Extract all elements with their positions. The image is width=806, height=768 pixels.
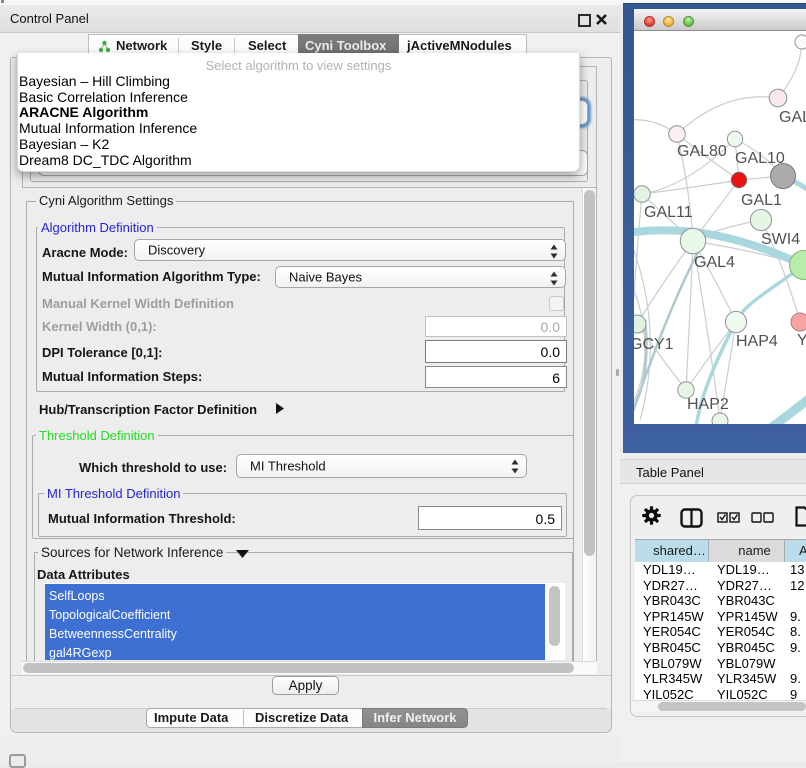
svg-text:HAP4: HAP4 xyxy=(736,333,778,350)
svg-text:GAL80: GAL80 xyxy=(677,143,727,160)
svg-text:GAL1: GAL1 xyxy=(741,192,782,209)
svg-text:GAL10: GAL10 xyxy=(735,150,785,167)
svg-text:YM: YM xyxy=(797,332,806,349)
svg-text:GAL4: GAL4 xyxy=(694,254,735,271)
svg-text:GAL11: GAL11 xyxy=(644,204,693,221)
svg-text:GAL7: GAL7 xyxy=(779,109,806,126)
svg-text:HAP2: HAP2 xyxy=(687,396,729,413)
svg-text:SWI4: SWI4 xyxy=(761,231,800,248)
svg-text:GCY1: GCY1 xyxy=(634,336,674,353)
